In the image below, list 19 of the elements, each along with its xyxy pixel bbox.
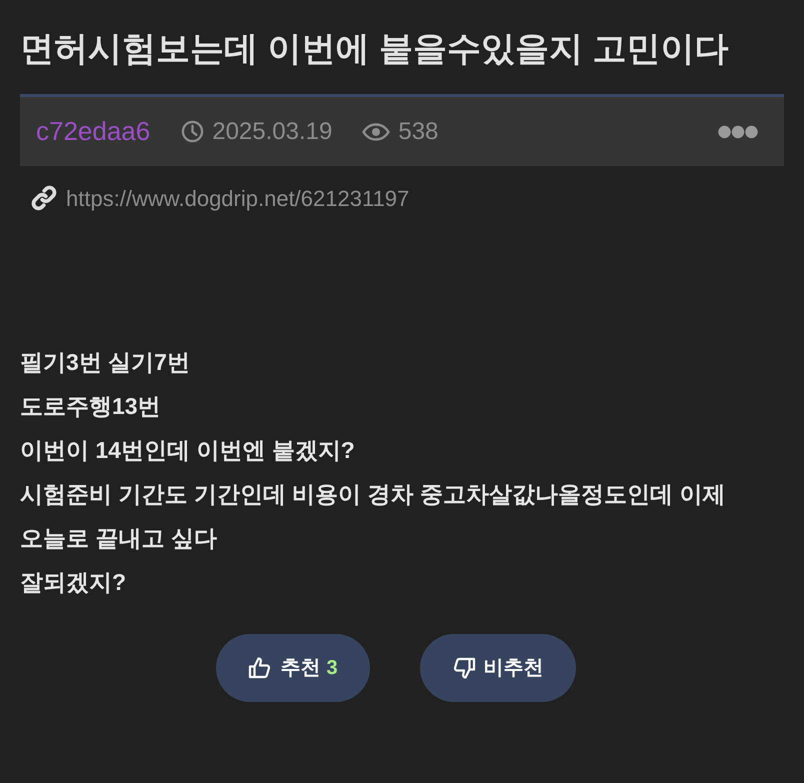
post-url-link[interactable]: https://www.dogdrip.net/621231197 [66,182,410,214]
downvote-button[interactable]: 비추천 [420,634,576,702]
view-count: 538 [398,116,438,146]
more-options-icon[interactable] [718,124,758,138]
thumbs-up-icon [248,656,272,680]
body-text-line: 오늘로 끝내고 싶다 [20,524,218,553]
body-text-line: 잘되겠지? [20,568,128,597]
link-icon [30,184,58,212]
post-title: 면허시험보는데 이번에 붙을수있을지 고민이다 [20,29,730,70]
body-text-line: 이번이 14번인데 이번엔 붙겠지? [20,436,356,465]
eye-icon [362,122,390,140]
clock-icon [181,120,204,143]
vote-count: 3 [326,656,338,681]
post-date: 2025.03.19 [212,116,332,146]
upvote-button[interactable]: 추천 3 [216,634,370,702]
body-text-line: 도로주행13번 [20,392,162,421]
body-text-line: 필기3번 실기7번 [20,348,191,377]
body-text-line: 시험준비 기간도 기간인데 비용이 경차 중고차살값나올정도인데 이제 [20,480,726,509]
thumbs-down-icon [452,656,476,680]
